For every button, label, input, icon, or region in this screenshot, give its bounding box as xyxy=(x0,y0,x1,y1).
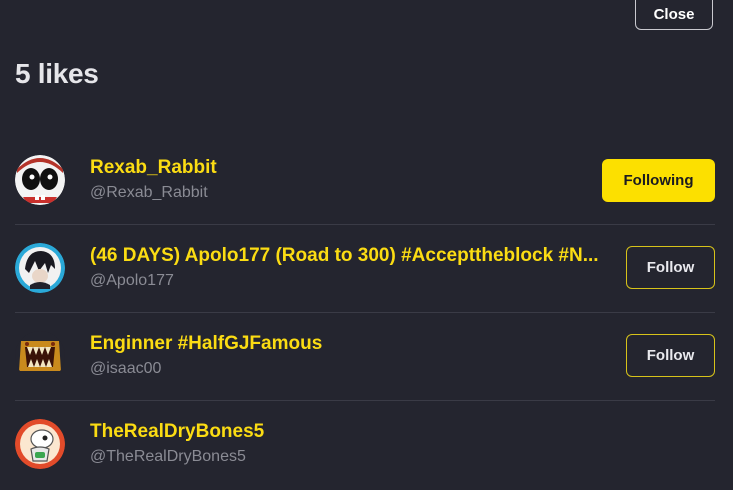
avatar[interactable] xyxy=(15,419,65,469)
close-button[interactable]: Close xyxy=(635,0,713,30)
user-handle: @Rexab_Rabbit xyxy=(90,184,208,201)
page-title: 5 likes xyxy=(15,58,99,89)
avatar[interactable] xyxy=(15,243,65,293)
follow-button[interactable]: Follow xyxy=(626,246,715,289)
list-item[interactable]: TheRealDryBones5 @TheRealDryBones5 xyxy=(15,401,715,488)
list-item[interactable]: (46 DAYS) Apolo177 (Road to 300) #Accept… xyxy=(15,225,715,313)
user-name[interactable]: Enginner #HalfGJFamous xyxy=(90,333,322,355)
following-button[interactable]: Following xyxy=(602,159,715,202)
list-item[interactable]: Enginner #HalfGJFamous @isaac00 Follow xyxy=(15,313,715,401)
dry-bones-avatar-icon xyxy=(15,419,65,469)
anime-avatar-icon xyxy=(15,243,65,293)
avatar[interactable] xyxy=(15,331,65,381)
follow-button[interactable]: Follow xyxy=(626,334,715,377)
user-name[interactable]: (46 DAYS) Apolo177 (Road to 300) #Accept… xyxy=(90,245,599,267)
user-name[interactable]: Rexab_Rabbit xyxy=(90,157,217,179)
monster-avatar-icon xyxy=(15,331,65,381)
user-handle: @isaac00 xyxy=(90,360,162,377)
avatar[interactable] xyxy=(15,155,65,205)
list-item[interactable]: Rexab_Rabbit @Rexab_Rabbit Following xyxy=(15,137,715,225)
user-name[interactable]: TheRealDryBones5 xyxy=(90,421,264,443)
user-handle: @Apolo177 xyxy=(90,272,174,289)
user-handle: @TheRealDryBones5 xyxy=(90,448,246,465)
likes-list: Rexab_Rabbit @Rexab_Rabbit Following (46… xyxy=(15,137,715,488)
rabbit-avatar-icon xyxy=(15,155,65,205)
